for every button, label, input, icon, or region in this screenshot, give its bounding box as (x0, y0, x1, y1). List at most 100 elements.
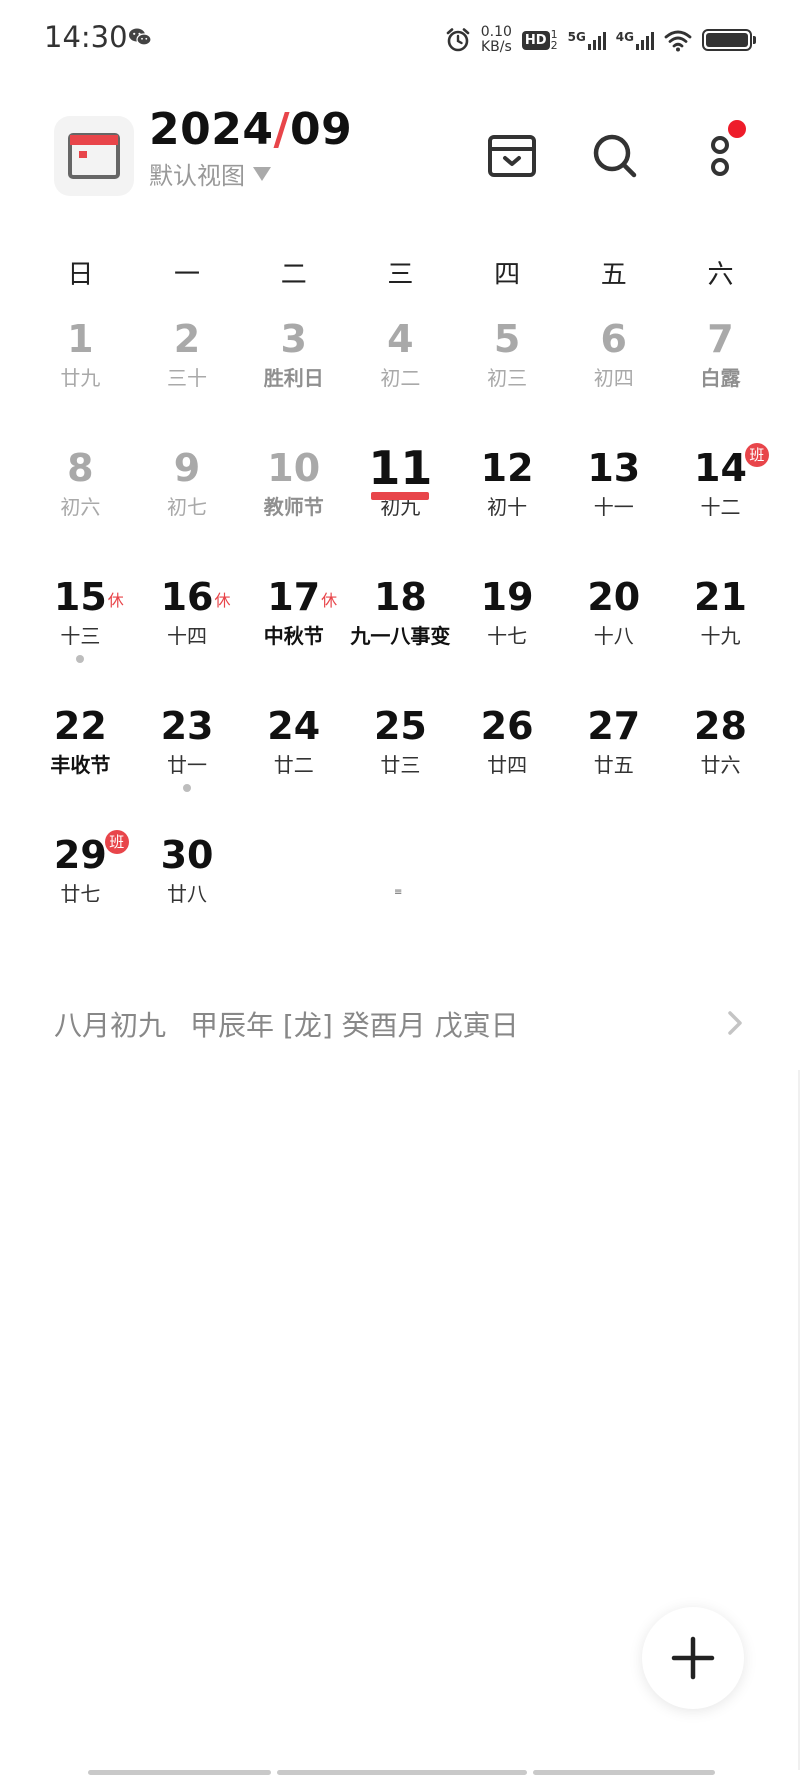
day-number: 7 (707, 317, 734, 361)
day-number: 25 (373, 704, 427, 748)
day-number: 26 (480, 704, 534, 748)
notification-dot (728, 120, 746, 138)
status-indicators: 0.10 KB/s HD 1 2 5G 4G (445, 22, 756, 58)
festival-label: 教师节 (263, 495, 324, 519)
lunar-label: 三十 (167, 366, 208, 390)
day-number: 6 (600, 317, 627, 361)
small-mark: ≡ (394, 887, 403, 898)
day-number: 18 (373, 575, 427, 619)
day-number: 4 (387, 317, 414, 361)
day-number: 24 (267, 704, 321, 748)
signal-bars-icon (636, 30, 654, 50)
workday-badge: 班 (744, 443, 769, 467)
day-cell-6[interactable]: 6 初四 (560, 315, 667, 444)
day-number: 17 休 (267, 573, 337, 621)
weekday-header: 日 一 二 三 四 五 六 (27, 254, 774, 291)
lunar-label: 廿一 (167, 753, 208, 777)
day-number: 21 (694, 575, 747, 619)
more-menu-button[interactable] (690, 120, 750, 186)
calendar-app-icon[interactable] (54, 116, 134, 196)
day-cell-13[interactable]: 13 十一 (560, 444, 667, 573)
day-cell-11-today[interactable]: 11 初九 (347, 444, 454, 573)
lunar-label: 廿三 (380, 753, 421, 777)
day-cell-17[interactable]: 17 休中秋节 (240, 573, 347, 702)
day-number: 1 (67, 317, 94, 361)
view-mode-label: 默认视图 (149, 162, 245, 190)
hd-label: HD (521, 30, 550, 50)
lunar-label: 十三 (60, 624, 101, 648)
day-cell-21[interactable]: 21 十九 (667, 573, 774, 702)
day-cell-16[interactable]: 16 休十四 (134, 573, 241, 702)
archive-button[interactable] (482, 126, 542, 186)
day-number: 9 (173, 446, 201, 490)
weekday-thu: 四 (494, 260, 521, 290)
day-cell-15[interactable]: 15 休十三 (27, 573, 134, 702)
calendar-grid: 1 廿九 2 三十 3 胜利日 4 初二 5 初三 6 初四 7 白露 8 初六 9 初七 10 教… (27, 315, 774, 960)
day-number: 20 (587, 575, 641, 619)
weekday-sat: 六 (707, 260, 734, 290)
alarm-icon (446, 28, 470, 52)
lunar-label: 廿八 (167, 882, 208, 906)
holiday-rest-badge: 休 (107, 591, 124, 610)
month-title[interactable]: 2024/09 (149, 104, 352, 155)
day-cell-23[interactable]: 23 廿一 (134, 702, 241, 831)
event-dot (183, 784, 192, 792)
day-cell-2[interactable]: 2 三十 (134, 315, 241, 444)
hd-sub-bottom: 2 (550, 39, 558, 52)
day-cell-10[interactable]: 10 教师节 (240, 444, 347, 573)
weekday-tue: 二 (280, 260, 307, 290)
festival-label: 胜利日 (263, 366, 324, 390)
lunar-label: 十四 (167, 624, 208, 648)
add-event-button[interactable] (642, 1607, 744, 1709)
day-number: 11 (368, 441, 433, 495)
day-cell-30[interactable]: 30 廿八 (134, 831, 241, 960)
day-cell-9[interactable]: 9 初七 (134, 444, 241, 573)
solar-term-label: 白露 (700, 366, 741, 390)
dropdown-triangle-icon (253, 166, 271, 181)
ganzhi-date: 甲辰年 [龙] 癸酉月 戊寅日 (190, 1009, 519, 1042)
day-number: 28 (694, 704, 747, 748)
day-cell-18[interactable]: 18 九一八事变 (347, 573, 454, 702)
lunar-label: 十九 (700, 624, 741, 648)
day-cell-5[interactable]: 5 初三 (454, 315, 561, 444)
day-cell-27[interactable]: 27 廿五 (560, 702, 667, 831)
title-slash: / (273, 104, 291, 155)
day-number: 12 (480, 446, 534, 490)
lunar-date-info[interactable]: 八月初九 甲辰年 [龙] 癸酉月 戊寅日 (54, 1004, 519, 1044)
day-number-text: 15 (53, 575, 107, 619)
nav-segment-3 (533, 1770, 715, 1775)
festival-label: 丰收节 (50, 753, 111, 777)
lunar-date: 八月初九 (54, 1009, 167, 1042)
search-button[interactable] (585, 126, 645, 186)
day-cell-3[interactable]: 3 胜利日 (240, 315, 347, 444)
day-cell-25[interactable]: 25 廿三 (347, 702, 454, 831)
lunar-label: 十八 (593, 624, 634, 648)
inbox-archive-icon (488, 135, 536, 177)
day-number: 10 (267, 446, 321, 490)
day-cell-14[interactable]: 14 班十二 (667, 443, 774, 573)
day-cell-4[interactable]: 4 初二 (347, 315, 454, 444)
lunar-label: 初四 (593, 366, 634, 390)
day-cell-22[interactable]: 22 丰收节 (27, 702, 134, 831)
day-cell-20[interactable]: 20 十八 (560, 573, 667, 702)
day-cell-8[interactable]: 8 初六 (27, 444, 134, 573)
lunar-label: 廿四 (487, 753, 528, 777)
day-cell-28[interactable]: 28 廿六 (667, 702, 774, 831)
lunar-label: 廿九 (60, 366, 101, 390)
day-number-text: 17 (267, 575, 321, 619)
view-mode-dropdown[interactable]: 默认视图 (149, 156, 271, 191)
day-cell-1[interactable]: 1 廿九 (27, 315, 134, 444)
signal-5g: 5G (568, 30, 606, 50)
workday-badge: 班 (104, 830, 129, 854)
day-cell-29[interactable]: 29 班廿七 (27, 830, 134, 960)
day-cell-26[interactable]: 26 廿四 (454, 702, 561, 831)
weekday-fri: 五 (600, 260, 627, 290)
day-cell-7[interactable]: 7 白露 (667, 315, 774, 444)
day-cell-24[interactable]: 24 廿二 (240, 702, 347, 831)
holiday-rest-badge: 休 (321, 591, 338, 610)
day-cell-12[interactable]: 12 初十 (454, 444, 561, 573)
day-cell-19[interactable]: 19 十七 (454, 573, 561, 702)
lunar-label: 廿五 (593, 753, 634, 777)
net-speed-unit: KB/s (480, 39, 512, 55)
chevron-right-icon[interactable] (724, 1008, 746, 1038)
